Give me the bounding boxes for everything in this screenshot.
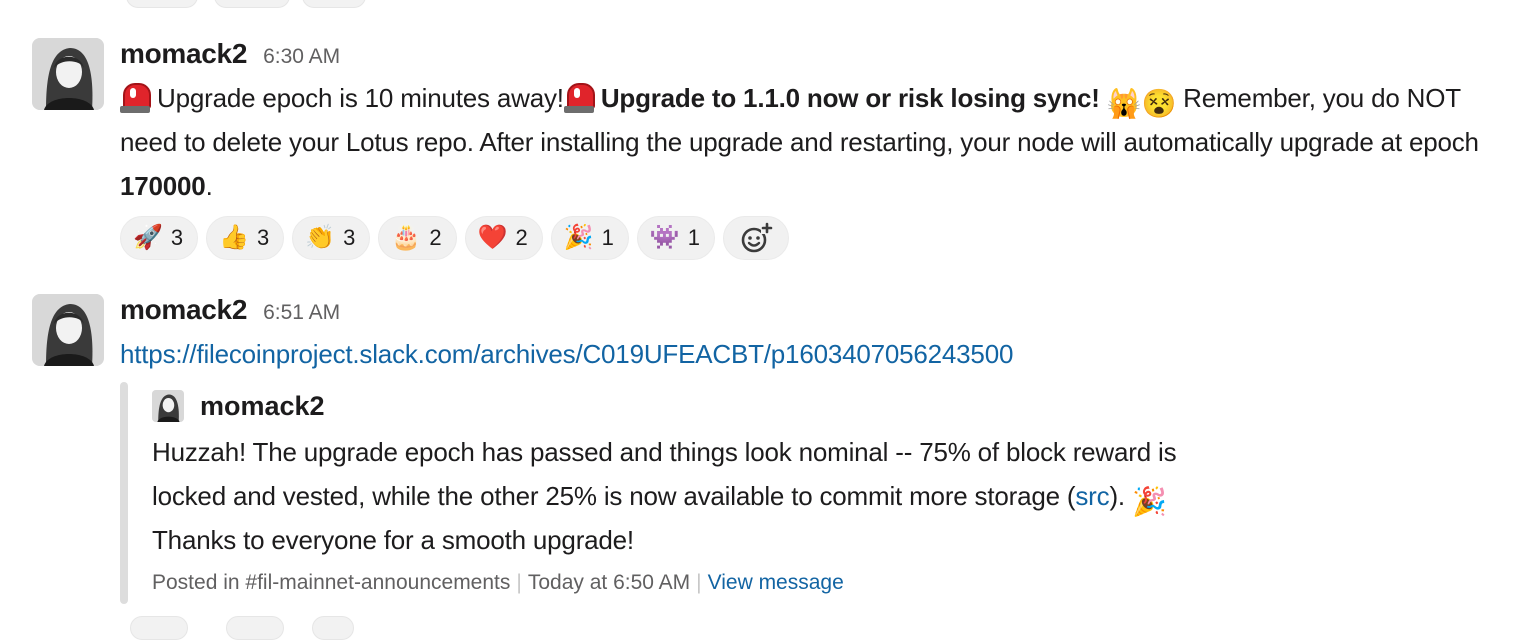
reaction-cake[interactable]: 🎂 2	[378, 216, 457, 260]
reaction-count: 2	[429, 225, 442, 250]
text-segment: Upgrade epoch is 10 minutes away!	[157, 83, 564, 113]
thumbsup-icon: 👍	[219, 224, 250, 251]
user-photo-icon	[32, 38, 104, 110]
message: momack2 6:30 AM Upgrade epoch is 10 minu…	[0, 38, 1528, 268]
reaction-thumbsup[interactable]: 👍 3	[206, 216, 285, 260]
reaction-heart[interactable]: ❤️ 2	[464, 216, 543, 260]
quote-footer: Posted in #fil-mainnet-announcements | Tod…	[152, 571, 844, 595]
text-segment: Huzzah! The upgrade epoch has passed and…	[152, 437, 1177, 511]
quote-header: momack2	[152, 390, 325, 422]
clipped-reaction[interactable]	[126, 0, 198, 8]
shared-message: momack2 Huzzah! The upgrade epoch has pa…	[120, 382, 1240, 604]
dizzy-face-icon: 😵	[1141, 88, 1177, 119]
message-header: momack2 6:30 AM	[120, 38, 340, 72]
cake-icon: 🎂	[391, 224, 422, 251]
rotating-light-icon	[120, 81, 151, 113]
party-popper-icon: 🎉	[563, 224, 594, 251]
bold-text: Upgrade to 1.1.0 now or risk losing sync…	[600, 83, 1100, 113]
reaction-gopher[interactable]: 👾 1	[636, 216, 715, 260]
party-popper-icon: 🎉	[1131, 486, 1167, 517]
rotating-light-icon	[563, 81, 595, 113]
user-photo-icon	[32, 294, 104, 366]
separator: |	[696, 571, 702, 594]
text-segment: Thanks to everyone for a smooth upgrade!	[152, 525, 634, 555]
add-reaction-button[interactable]	[722, 216, 789, 260]
bold-text: 170000	[120, 171, 206, 201]
reaction-party[interactable]: 🎉 1	[550, 216, 629, 260]
timestamp[interactable]: 6:51 AM	[263, 301, 340, 325]
gopher-icon: 👾	[649, 224, 680, 251]
heart-icon: ❤️	[477, 224, 508, 251]
user-photo-icon	[152, 390, 184, 422]
scream-cat-icon: 🙀	[1106, 88, 1142, 119]
src-link[interactable]: src	[1075, 481, 1109, 511]
reaction-count: 1	[601, 225, 614, 250]
clipped-reaction[interactable]	[226, 616, 284, 640]
add-emoji-icon	[741, 222, 773, 253]
quote-author[interactable]: momack2	[200, 391, 325, 422]
reaction-count: 3	[170, 225, 184, 250]
avatar[interactable]	[32, 294, 104, 366]
rocket-icon: 🚀	[133, 224, 163, 251]
reaction-clap[interactable]: 👏 3	[292, 216, 371, 260]
message-text: https://filecoinproject.slack.com/archiv…	[120, 332, 1510, 376]
reaction-rocket[interactable]: 🚀 3	[120, 216, 199, 260]
quote-time[interactable]: Today at 6:50 AM	[528, 571, 690, 594]
quote-bar	[120, 382, 128, 604]
message-text: Upgrade epoch is 10 minutes away! Upgrad…	[120, 76, 1510, 208]
channel-label[interactable]: Posted in #fil-mainnet-announcements	[152, 571, 510, 594]
reaction-count: 3	[257, 225, 270, 250]
reaction-bar: 🚀 3 👍 3 👏 3 🎂 2 ❤️ 2 🎉 1 👾 1	[120, 216, 789, 260]
separator: |	[516, 571, 522, 594]
clipped-reaction[interactable]	[214, 0, 290, 8]
timestamp[interactable]: 6:30 AM	[263, 45, 340, 69]
avatar[interactable]	[152, 390, 184, 422]
clipped-reaction[interactable]	[302, 0, 366, 8]
view-message-link[interactable]: View message	[708, 571, 844, 594]
message-header: momack2 6:51 AM	[120, 294, 340, 328]
clap-icon: 👏	[305, 224, 336, 251]
sender-name[interactable]: momack2	[120, 294, 247, 326]
reaction-count: 1	[687, 225, 700, 250]
clipped-reaction[interactable]	[312, 616, 354, 640]
reaction-count: 3	[343, 225, 356, 250]
text-segment: .	[205, 171, 213, 201]
sender-name[interactable]: momack2	[120, 38, 247, 70]
clipped-reaction[interactable]	[130, 616, 188, 640]
reaction-count: 2	[515, 225, 528, 250]
message-link[interactable]: https://filecoinproject.slack.com/archiv…	[120, 339, 1013, 369]
quote-text: Huzzah! The upgrade epoch has passed and…	[152, 430, 1242, 562]
text-segment: ).	[1109, 481, 1132, 511]
avatar[interactable]	[32, 38, 104, 110]
